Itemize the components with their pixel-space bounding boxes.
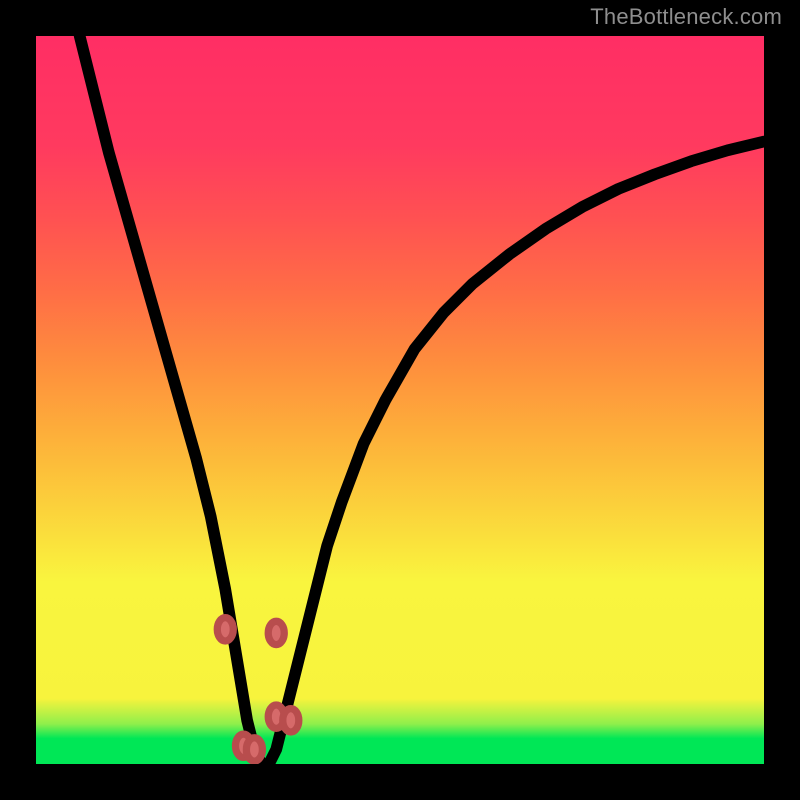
chart-svg (36, 36, 764, 764)
data-point (283, 709, 299, 732)
chart-frame: TheBottleneck.com (0, 0, 800, 800)
data-point (246, 738, 262, 761)
plot-area (36, 36, 764, 764)
watermark-text: TheBottleneck.com (590, 4, 782, 30)
data-point (217, 618, 233, 641)
data-point (268, 621, 284, 644)
bottleneck-curve (80, 36, 764, 764)
